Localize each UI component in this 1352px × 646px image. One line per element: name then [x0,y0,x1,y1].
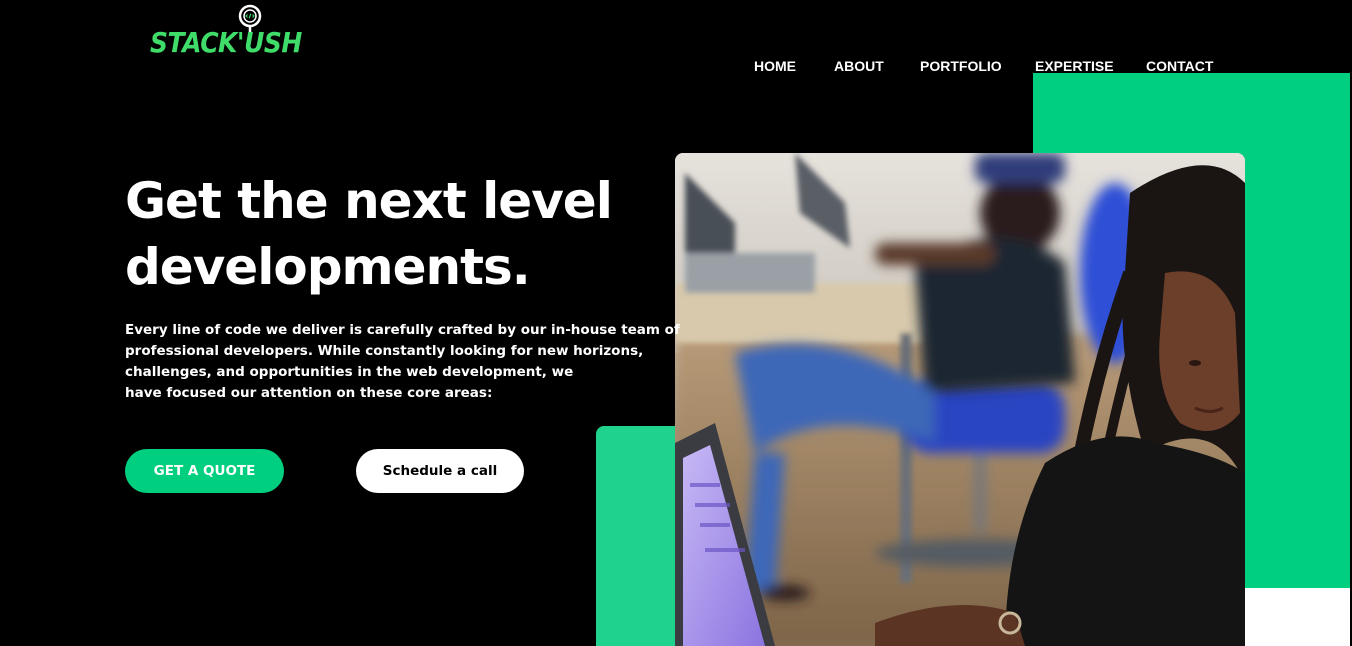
white-accent-block [1245,588,1350,646]
nav-item-about[interactable]: ABOUT [834,58,884,74]
get-a-quote-button[interactable]: GET A QUOTE [125,449,284,493]
hero-description-line: challenges, and opportunities in the web… [125,364,574,380]
nav-item-contact[interactable]: CONTACT [1146,58,1213,74]
nav-item-expertise[interactable]: EXPERTISE [1035,58,1114,74]
hero-image [675,153,1245,646]
hero-title: Get the next level developments. [125,168,665,300]
nav-item-portfolio[interactable]: PORTFOLIO [920,58,1002,74]
logo-text: STACK'USH [150,26,302,59]
hero-description: Every line of code we deliver is careful… [125,320,680,404]
hero-description-line: have focused our attention on these core… [125,385,493,401]
hero-description-line: professional developers. While constantl… [125,343,644,359]
hero-title-line-1: Get the next level [125,172,613,230]
nav-item-home[interactable]: HOME [754,58,796,74]
hero-title-line-2: developments. [125,238,531,296]
page: STACK'USH HOME ABOUT PORTFOLIO EXPERTISE… [0,0,1352,646]
hero-description-line: Every line of code we deliver is careful… [125,322,680,338]
site-logo[interactable]: STACK'USH [150,4,302,60]
schedule-a-call-button[interactable]: Schedule a call [356,449,524,493]
hero-photo-illustration [675,153,1245,646]
